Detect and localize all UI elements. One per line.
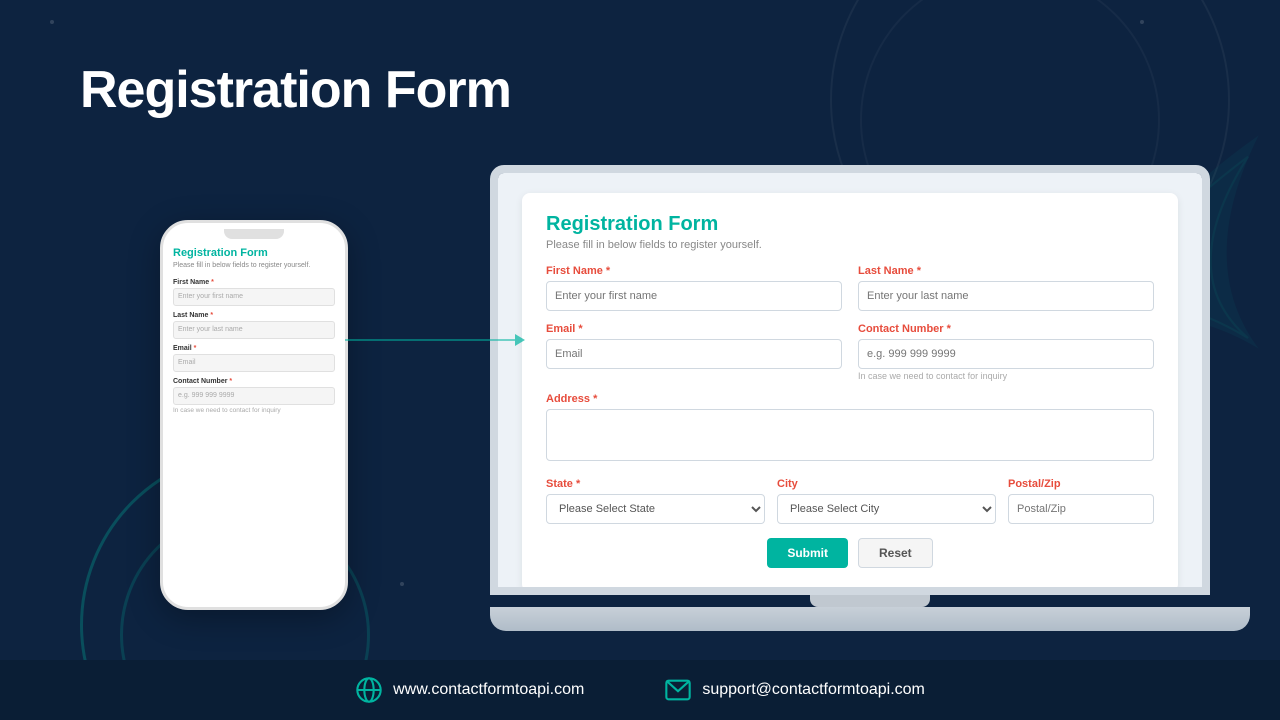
laptop-mockup: Registration Form Please fill in below f…: [490, 165, 1250, 655]
form-group-first-name: First Name *: [546, 265, 842, 311]
contact-helper: In case we need to contact for inquiry: [858, 371, 1154, 381]
form-group-state: State * Please Select State: [546, 478, 765, 524]
phone-notch: [224, 229, 284, 239]
state-select[interactable]: Please Select State: [546, 494, 765, 524]
email-icon: [664, 676, 692, 704]
form-actions: Submit Reset: [546, 538, 1154, 568]
laptop-form-title: Registration Form: [546, 213, 1154, 236]
phone-first-name-label: First Name *: [173, 279, 335, 286]
form-row-name: First Name * Last Name *: [546, 265, 1154, 311]
last-name-input[interactable]: [858, 281, 1154, 311]
first-name-input[interactable]: [546, 281, 842, 311]
laptop-base: [490, 607, 1250, 631]
laptop-base-wrapper: [490, 607, 1250, 631]
email-label: Email *: [546, 323, 842, 335]
laptop-form-container: Registration Form Please fill in below f…: [498, 173, 1202, 587]
form-group-contact: Contact Number * In case we need to cont…: [858, 323, 1154, 381]
footer-email-text: support@contactformtoapi.com: [702, 681, 925, 699]
address-label: Address *: [546, 393, 1154, 405]
state-label: State *: [546, 478, 765, 490]
footer: www.contactformtoapi.com support@contact…: [0, 660, 1280, 720]
page-header: Registration Form: [80, 60, 511, 120]
phone-contact-helper: In case we need to contact for inquiry: [173, 407, 335, 414]
email-input[interactable]: [546, 339, 842, 369]
city-label: City: [777, 478, 996, 490]
form-group-last-name: Last Name *: [858, 265, 1154, 311]
form-group-email: Email *: [546, 323, 842, 381]
connector-arrow: [345, 320, 545, 360]
phone-inner: Registration Form Please fill in below f…: [163, 239, 345, 422]
address-textarea[interactable]: [546, 409, 1154, 461]
form-row-email-contact: Email * Contact Number * In case we need…: [546, 323, 1154, 381]
page-title: Registration Form: [80, 60, 511, 120]
reset-button[interactable]: Reset: [858, 538, 933, 568]
phone-form-subtitle: Please fill in below fields to register …: [173, 261, 335, 271]
phone-contact-input[interactable]: e.g. 999 999 9999: [173, 387, 335, 405]
form-group-address: Address *: [546, 393, 1154, 466]
phone-email-label: Email *: [173, 345, 335, 352]
phone-contact-label: Contact Number *: [173, 378, 335, 385]
laptop-form-subtitle: Please fill in below fields to register …: [546, 239, 1154, 251]
phone-form-title: Registration Form: [173, 247, 335, 259]
phone-mockup: Registration Form Please fill in below f…: [160, 220, 348, 610]
footer-website-text: www.contactformtoapi.com: [393, 681, 584, 699]
last-name-label: Last Name *: [858, 265, 1154, 277]
form-row-location: State * Please Select State City Please …: [546, 478, 1154, 524]
form-card: Registration Form Please fill in below f…: [522, 193, 1178, 592]
form-group-city: City Please Select City: [777, 478, 996, 524]
laptop-screen: Registration Form Please fill in below f…: [490, 165, 1210, 595]
postal-label: Postal/Zip: [1008, 478, 1154, 490]
dot-grid-top-right: for(let i=0;i<48;i++) document.currentSc…: [1140, 20, 1270, 114]
laptop-hinge-notch: [810, 595, 930, 607]
contact-label: Contact Number *: [858, 323, 1154, 335]
submit-button[interactable]: Submit: [767, 538, 848, 568]
first-name-label: First Name *: [546, 265, 842, 277]
city-select[interactable]: Please Select City: [777, 494, 996, 524]
globe-icon: [355, 676, 383, 704]
form-group-postal: Postal/Zip: [1008, 478, 1154, 524]
footer-website: www.contactformtoapi.com: [355, 676, 584, 704]
phone-last-name-input[interactable]: Enter your last name: [173, 321, 335, 339]
phone-last-name-label: Last Name *: [173, 312, 335, 319]
phone-email-input[interactable]: Email: [173, 354, 335, 372]
footer-email: support@contactformtoapi.com: [664, 676, 925, 704]
phone-first-name-input[interactable]: Enter your first name: [173, 288, 335, 306]
contact-input[interactable]: [858, 339, 1154, 369]
postal-input[interactable]: [1008, 494, 1154, 524]
